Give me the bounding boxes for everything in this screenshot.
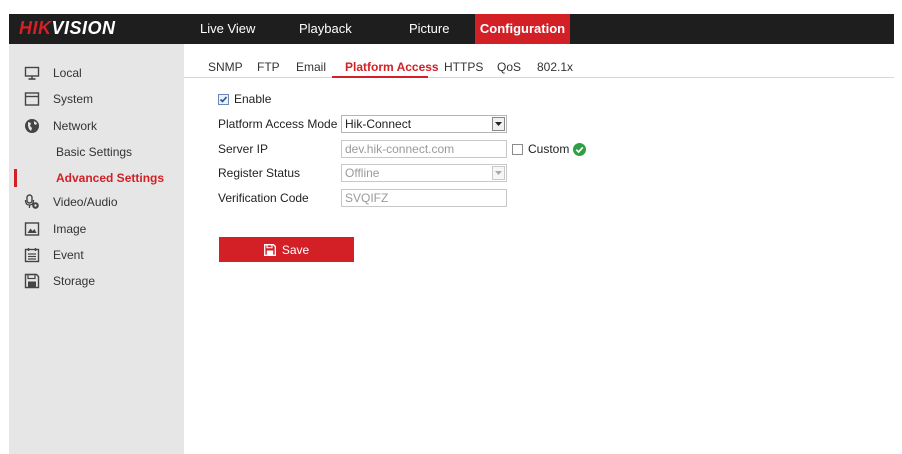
- verification-code-input[interactable]: SVQIFZ: [341, 189, 507, 207]
- top-nav: Live View Playback Picture Configuration: [189, 14, 570, 44]
- sidebar-item-label: Video/Audio: [53, 195, 118, 209]
- video-audio-icon: [24, 194, 40, 210]
- sidebar-item-video-audio[interactable]: Video/Audio: [9, 191, 184, 213]
- hikvision-logo: HIKVISION: [19, 18, 116, 38]
- top-bar: HIKVISION Live View Playback Picture Con…: [9, 14, 894, 44]
- server-ip-label: Server IP: [218, 142, 269, 156]
- tab-qos[interactable]: QoS: [497, 60, 521, 74]
- platform-access-mode-value: Hik-Connect: [345, 117, 412, 131]
- tab-snmp[interactable]: SNMP: [208, 60, 243, 74]
- check-circle-icon: [573, 142, 587, 156]
- custom-label: Custom: [528, 142, 570, 156]
- enable-label: Enable: [234, 92, 272, 106]
- register-status-label: Register Status: [218, 166, 301, 180]
- sidebar-item-label: Network: [53, 119, 98, 133]
- tab-email[interactable]: Email: [296, 60, 326, 74]
- chevron-down-icon: [492, 166, 505, 180]
- sidebar-item-network[interactable]: Network: [9, 115, 184, 137]
- register-status-value: Offline: [345, 166, 380, 180]
- platform-access-mode-row: Platform Access Mode: [218, 115, 337, 133]
- register-status-select: Offline: [341, 164, 507, 182]
- chevron-down-icon: [492, 117, 505, 131]
- sidebar-item-label: Image: [53, 222, 87, 236]
- tab-https[interactable]: HTTPS: [444, 60, 483, 74]
- tab-802-1x[interactable]: 802.1x: [537, 60, 573, 74]
- custom-checkbox[interactable]: [512, 143, 523, 155]
- server-ip-row: Server IP: [218, 140, 268, 158]
- app-window: HIKVISION Live View Playback Picture Con…: [0, 0, 902, 454]
- verification-code-row: Verification Code: [218, 189, 309, 207]
- sidebar-item-image[interactable]: Image: [9, 218, 184, 240]
- nav-configuration[interactable]: Configuration: [475, 14, 570, 44]
- storage-icon: [24, 273, 40, 289]
- sidebar-item-advanced-settings[interactable]: Advanced Settings: [9, 167, 184, 189]
- sub-tab-bar: SNMP FTP Email Platform Access HTTPS QoS…: [184, 52, 894, 78]
- sidebar-item-event[interactable]: Event: [9, 244, 184, 266]
- sidebar-item-system[interactable]: System: [9, 88, 184, 110]
- save-icon: [263, 243, 276, 256]
- checkmark-icon: [219, 95, 228, 103]
- platform-access-mode-select[interactable]: Hik-Connect: [341, 115, 507, 133]
- image-icon: [24, 221, 40, 237]
- active-tab-underline: [332, 76, 428, 78]
- sidebar-item-label: System: [53, 92, 94, 106]
- platform-access-mode-label: Platform Access Mode: [218, 117, 338, 131]
- nav-playback[interactable]: Playback: [287, 14, 385, 44]
- sidebar-item-basic-settings[interactable]: Basic Settings: [9, 141, 184, 163]
- custom-row: Custom: [512, 140, 587, 158]
- sidebar-item-local[interactable]: Local: [9, 62, 184, 84]
- system-icon: [24, 91, 40, 107]
- sidebar: Local System Network Basic Settings Adva…: [9, 44, 184, 454]
- server-ip-input[interactable]: dev.hik-connect.com: [341, 140, 507, 158]
- nav-picture[interactable]: Picture: [385, 14, 475, 44]
- network-globe-icon: [24, 118, 40, 134]
- sidebar-item-storage[interactable]: Storage: [9, 270, 184, 292]
- sidebar-item-label: Event: [53, 248, 84, 262]
- enable-checkbox[interactable]: [218, 93, 229, 105]
- save-button[interactable]: Save: [219, 237, 354, 262]
- monitor-icon: [24, 65, 40, 81]
- sidebar-item-label: Local: [53, 66, 82, 80]
- enable-row: Enable: [218, 90, 271, 108]
- event-calendar-icon: [24, 247, 40, 263]
- register-status-row: Register Status: [218, 164, 300, 182]
- tab-ftp[interactable]: FTP: [257, 60, 280, 74]
- verification-code-label: Verification Code: [218, 191, 309, 205]
- tab-platform-access[interactable]: Platform Access: [345, 60, 439, 74]
- save-button-label: Save: [281, 242, 310, 257]
- sidebar-item-label: Storage: [53, 274, 96, 288]
- nav-live-view[interactable]: Live View: [189, 14, 287, 44]
